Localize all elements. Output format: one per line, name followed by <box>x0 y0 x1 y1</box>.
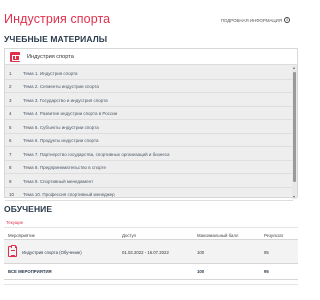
info-circle-icon[interactable]: i <box>284 17 290 23</box>
book-icon <box>10 52 20 62</box>
topic-number: 9 <box>9 178 12 184</box>
topic-item[interactable]: 9 Тема 9. Спортивный менеджмент <box>5 174 293 188</box>
table-row[interactable]: Индустрия спорта (Обучение) 01.02.2022 -… <box>4 240 298 264</box>
topic-list: 1 Тема 1. Индустрия спорта 2 Тема 2. Сегме… <box>5 66 293 201</box>
topic-label: Тема 9. Спортивный менеджмент <box>23 178 94 184</box>
page-title: Индустрия спорта <box>4 12 111 26</box>
topic-number: 3 <box>9 97 12 103</box>
topic-number: 10 <box>9 192 15 197</box>
table-total-row: ВСЕ МЕРОПРИЯТИЯ 100 95 <box>4 264 298 280</box>
topic-label: Тема 2. Сегменты индустрии спорта <box>23 84 99 89</box>
column-access: Доступ <box>122 232 136 238</box>
topic-label: Тема 8. Предпринимательство в спорте <box>23 165 107 170</box>
access-dates: 01.02.2022 - 16.07.2022 <box>122 249 169 255</box>
more-info-label: ПОДРОБНАЯ ИНФОРМАЦИЯ <box>220 17 282 23</box>
bottom-divider <box>4 284 298 285</box>
topic-item[interactable]: 4 Тема 4. Развитие индустрии спорта в Рос… <box>5 107 293 120</box>
topic-number: 1 <box>9 70 12 76</box>
topic-list-scrollbar[interactable] <box>292 66 297 199</box>
topic-item[interactable]: 1 Тема 1. Индустрия спорта <box>5 66 293 80</box>
topic-number: 2 <box>9 84 12 89</box>
materials-panel: Индустрия спорта 1 Тема 1. Индустрия спор… <box>4 48 298 201</box>
topic-item[interactable]: 8 Тема 8. Предпринимательство в спорте <box>5 161 293 174</box>
topic-label: Тема 5. Субъекты индустрии спорта <box>23 124 99 130</box>
topic-number: 4 <box>9 111 12 116</box>
topic-item[interactable]: 3 Тема 3. Государство и индустрия спорта <box>5 93 293 107</box>
more-info-link[interactable]: ПОДРОБНАЯ ИНФОРМАЦИЯ i <box>221 17 290 23</box>
topic-item[interactable]: 5 Тема 5. Субъекты индустрии спорта <box>5 120 293 134</box>
scroll-up-arrow-icon[interactable] <box>292 67 295 69</box>
scroll-down-arrow-icon[interactable] <box>292 196 295 198</box>
topic-label: Тема 10. Профессия спортивный менеджер <box>23 192 115 197</box>
total-label: ВСЕ МЕРОПРИЯТИЯ <box>8 269 52 274</box>
topic-number: 8 <box>9 165 12 170</box>
tab-divider <box>4 227 298 228</box>
course-header[interactable]: Индустрия спорта <box>5 49 297 65</box>
topic-item[interactable]: 7 Тема 7. Партнерство государства, спорти… <box>5 147 293 161</box>
materials-heading: УЧЕБНЫЕ МАТЕРИАЛЫ <box>4 34 108 44</box>
column-result: Результат <box>264 232 284 238</box>
clipboard-icon <box>8 245 17 257</box>
column-event: Мероприятие <box>8 232 35 238</box>
topic-number: 7 <box>9 151 12 157</box>
topic-label: Тема 1. Индустрия спорта <box>23 70 78 76</box>
scroll-thumb[interactable] <box>292 72 297 182</box>
tab-current[interactable]: Текущие <box>6 220 23 225</box>
topic-number: 5 <box>9 124 12 130</box>
training-heading: ОБУЧЕНИЕ <box>4 204 53 214</box>
topic-item[interactable]: 6 Тема 6. Продукты индустрии спорта <box>5 134 293 147</box>
topic-label: Тема 3. Государство и индустрия спорта <box>23 97 108 103</box>
course-name: Индустрия спорта <box>27 53 74 60</box>
total-max-score: 100 <box>197 269 205 274</box>
max-score-value: 100 <box>197 249 205 255</box>
result-value: 95 <box>264 249 269 255</box>
table-header: Мероприятие Доступ Максимальный балл Рез… <box>4 230 298 240</box>
topic-item[interactable]: 2 Тема 2. Сегменты индустрии спорта <box>5 80 293 93</box>
topic-label: Тема 4. Развитие индустрии спорта в Росс… <box>23 111 118 116</box>
column-max-score: Максимальный балл <box>197 232 239 238</box>
topic-label: Тема 6. Продукты индустрии спорта <box>23 138 99 143</box>
event-link[interactable]: Индустрия спорта (Обучение) <box>22 250 82 255</box>
total-result: 95 <box>264 269 269 274</box>
topic-item[interactable]: 10 Тема 10. Профессия спортивный менеджер <box>5 188 293 201</box>
topic-label: Тема 7. Партнерство государства, спортив… <box>23 151 170 157</box>
training-table: Мероприятие Доступ Максимальный балл Рез… <box>4 230 298 280</box>
topic-number: 6 <box>9 138 12 143</box>
